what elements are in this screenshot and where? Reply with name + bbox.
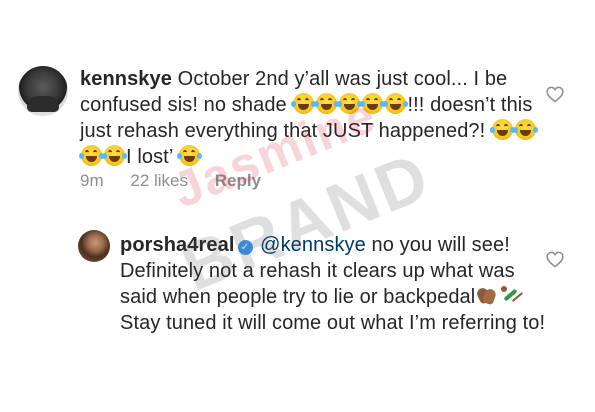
comment-time: 9m [80,171,104,190]
cartwheel-emoji-icon [499,285,520,306]
clapping-hands-emoji-icon [476,285,497,306]
comment-meta: 9m 22 likes Reply [80,171,283,191]
reply-button[interactable]: Reply [215,171,261,190]
heart-outline-icon[interactable] [546,251,564,268]
laughing-emoji-icon [291,93,317,114]
comment-username[interactable]: kennskye [80,68,172,90]
verified-badge-icon: ✓ [237,240,253,255]
comment-text: Stay tuned it will come out what I’m ref… [120,312,546,334]
comment-body: porsha4real ✓ @kennskye no you will see! … [120,232,550,336]
comment-username[interactable]: porsha4real [120,234,235,256]
laughing-emoji-icon [337,93,363,114]
heart-outline-icon[interactable] [546,86,564,103]
laughing-emoji-icon [177,145,203,166]
laughing-emoji-icon [314,93,340,114]
laughing-emoji-icon [383,93,409,114]
comment-likes[interactable]: 22 likes [130,171,188,190]
laughing-emoji-icon [79,145,104,166]
avatar[interactable] [18,66,68,116]
laughing-emoji-icon [489,119,515,140]
comment-text: I lost’ [126,146,179,168]
instagram-comments-view: kennskye October 2nd y’all was just cool… [0,0,595,412]
comment-body: kennskye October 2nd y’all was just cool… [79,66,550,170]
laughing-emoji-icon [102,145,127,166]
laughing-emoji-icon [512,119,538,140]
laughing-emoji-icon [360,93,386,114]
mention-link[interactable]: @kennskye [260,234,366,256]
avatar[interactable] [78,230,110,262]
